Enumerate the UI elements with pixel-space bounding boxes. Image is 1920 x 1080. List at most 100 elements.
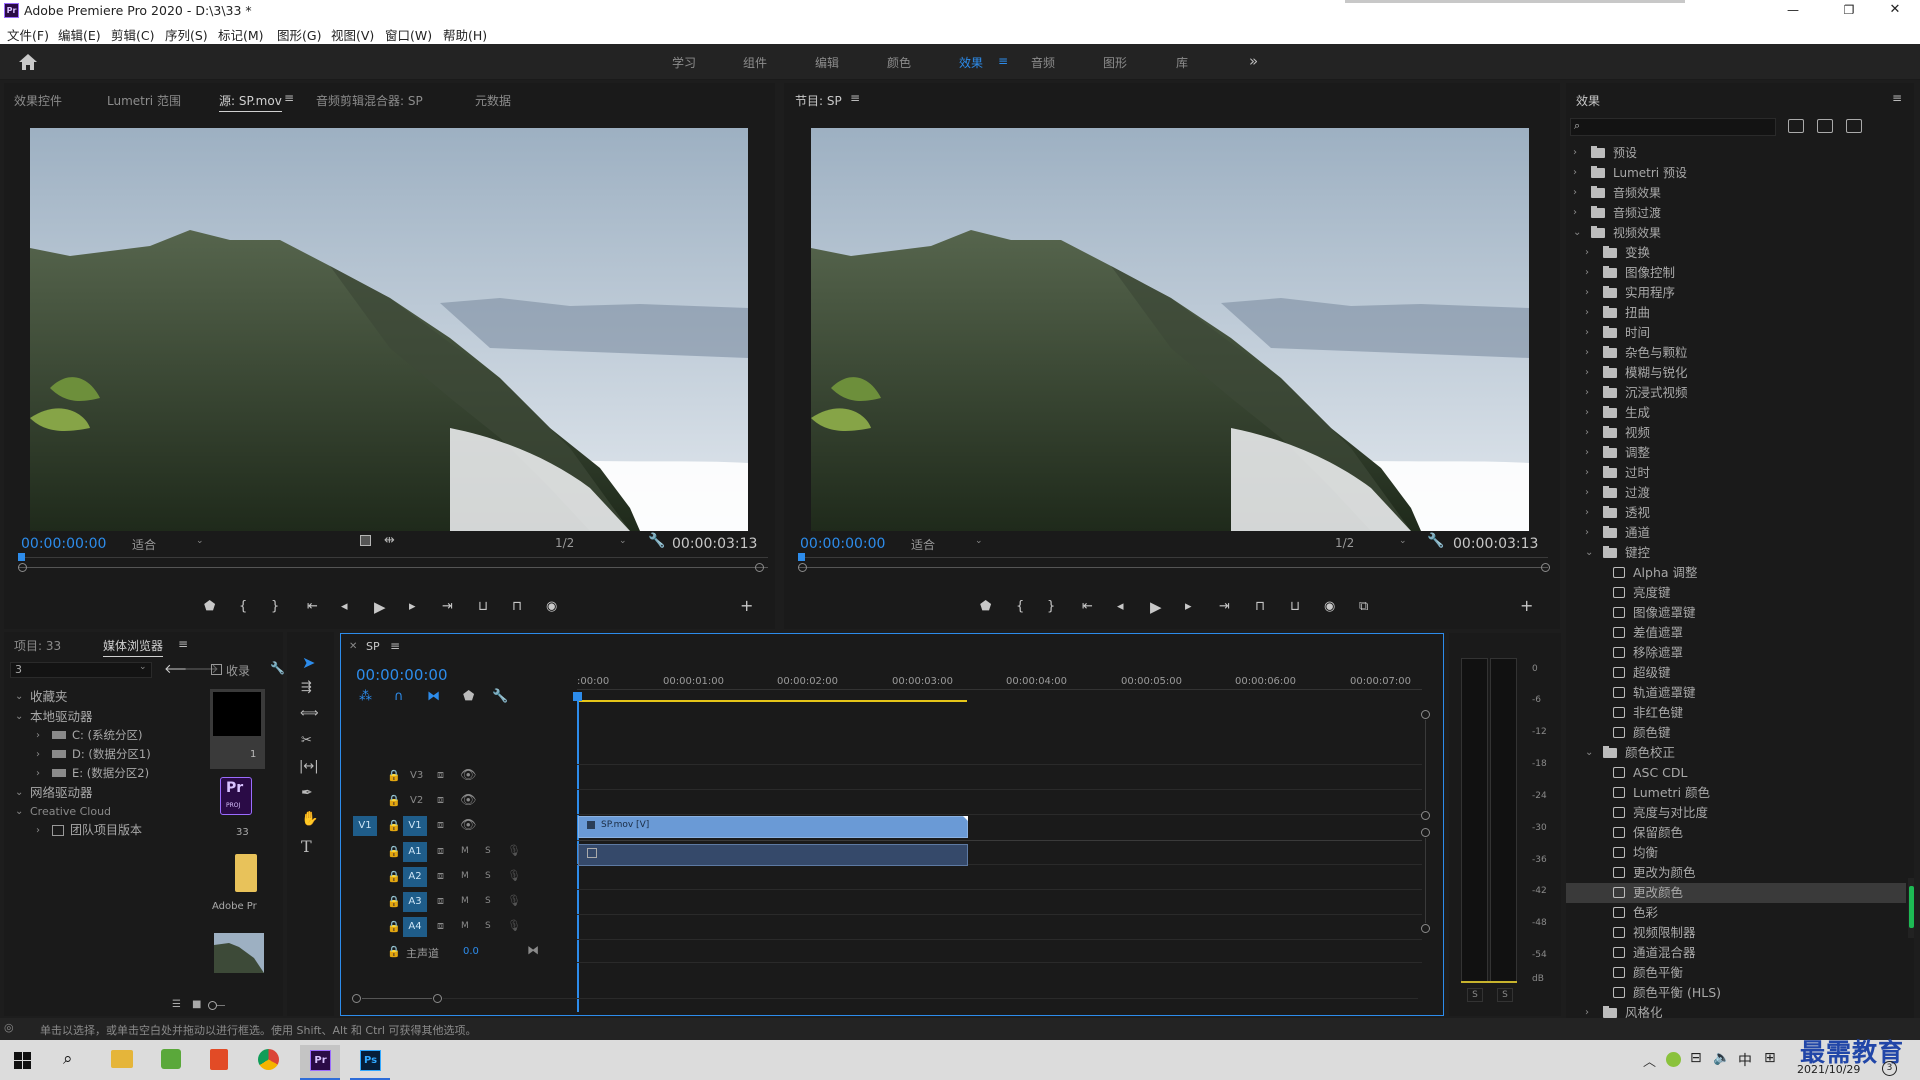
effect-item[interactable]: ASC CDL [1566, 763, 1906, 783]
folder-thumbnail[interactable]: Adobe Pr [210, 851, 265, 921]
program-zoom-handle-left[interactable] [798, 563, 807, 572]
audio-clip[interactable] [578, 844, 968, 866]
ime-indicator[interactable]: 中 [1738, 1050, 1752, 1070]
video-clip[interactable]: SP.mov [V] [578, 816, 968, 838]
ingest-checkbox[interactable] [211, 664, 222, 675]
menu-clip[interactable]: 剪辑(C) [111, 25, 154, 44]
workspace-audio[interactable]: 音频 [1031, 54, 1055, 71]
mute-button[interactable]: M [461, 921, 469, 931]
32bit-effects-icon[interactable] [1817, 119, 1833, 133]
step-forward-icon[interactable]: ▸ [409, 599, 416, 614]
chevron-right-icon[interactable]: › [1585, 483, 1589, 503]
workspace-graphics[interactable]: 图形 [1103, 54, 1127, 71]
eye-icon[interactable]: 👁 [460, 818, 477, 833]
program-resolution-dropdown[interactable]: 1/2 [1335, 536, 1354, 550]
effect-folder[interactable]: › 过时 [1566, 463, 1906, 483]
source-patch-v1[interactable]: V1 [353, 816, 377, 836]
more-workspaces-icon[interactable]: » [1249, 52, 1258, 70]
track-label[interactable]: V1 [403, 816, 427, 836]
effect-folder[interactable]: › 调整 [1566, 443, 1906, 463]
sequence-tab[interactable]: SP [366, 640, 380, 653]
timeline-panel-menu-icon[interactable]: ≡ [390, 639, 400, 653]
effect-folder[interactable]: › 时间 [1566, 323, 1906, 343]
effects-search-input[interactable]: ⌕ [1570, 118, 1776, 136]
effect-item[interactable]: 色彩 [1566, 903, 1906, 923]
chevron-down-icon[interactable]: ⌄ [1585, 543, 1593, 563]
source-safe-margins-icon[interactable] [360, 535, 371, 546]
tree-item[interactable]: ⌄ Creative Cloud [4, 802, 204, 821]
tab-media-browser[interactable]: 媒体浏览器 [103, 637, 164, 657]
workspace-learn[interactable]: 学习 [672, 54, 696, 71]
workspace-color[interactable]: 颜色 [887, 54, 911, 71]
effect-item[interactable]: 颜色平衡 (HLS) [1566, 983, 1906, 1003]
voiceover-mic-icon[interactable]: 🎙 [507, 844, 521, 857]
chevron-right-icon[interactable]: › [1573, 143, 1577, 163]
program-export-frame-icon[interactable]: ◉ [1324, 599, 1335, 614]
sync-lock-icon[interactable]: ⧈ [437, 768, 444, 782]
effect-folder[interactable]: › 音频效果 [1566, 183, 1906, 203]
chevron-right-icon[interactable]: › [1585, 363, 1589, 383]
chevron-right-icon[interactable]: › [1585, 443, 1589, 463]
chevron-right-icon[interactable]: › [1585, 243, 1589, 263]
thumbnail-item[interactable]: 1 [210, 689, 265, 769]
premiere-taskbar-icon[interactable]: Pr [300, 1045, 340, 1080]
chevron-right-icon[interactable]: › [1585, 343, 1589, 363]
track-label[interactable]: A3 [403, 892, 427, 912]
effect-item[interactable]: Alpha 调整 [1566, 563, 1906, 583]
source-playhead[interactable] [18, 553, 25, 561]
program-mark-in-icon[interactable]: { [1016, 599, 1024, 614]
insert-icon[interactable]: ⊔ [478, 599, 488, 614]
file-explorer-icon[interactable] [111, 1050, 133, 1068]
source-resolution-dropdown[interactable]: 1/2 [555, 536, 574, 550]
effect-folder[interactable]: › 透视 [1566, 503, 1906, 523]
chevron-down-icon[interactable]: ⌄ [1585, 743, 1593, 763]
solo-button[interactable]: S [485, 921, 491, 931]
lock-icon[interactable]: 🔒 [387, 845, 401, 858]
program-play-icon[interactable]: ▶ [1150, 598, 1162, 616]
chevron-right-icon[interactable]: › [1585, 263, 1589, 283]
timeline-zoom-handle-left[interactable] [352, 994, 361, 1003]
effect-folder[interactable]: › 实用程序 [1566, 283, 1906, 303]
effect-folder[interactable]: ⌄ 键控 [1566, 543, 1906, 563]
effect-item[interactable]: 超级键 [1566, 663, 1906, 683]
sync-lock-icon[interactable]: ⧈ [437, 894, 444, 908]
maximize-button[interactable]: ❐ [1826, 0, 1872, 22]
effect-item[interactable]: 颜色键 [1566, 723, 1906, 743]
source-zoom-handle-left[interactable] [18, 563, 27, 572]
menu-window[interactable]: 窗口(W) [385, 25, 432, 44]
program-go-to-out-icon[interactable]: ⇥ [1219, 599, 1230, 614]
master-volume-value[interactable]: 0.0 [463, 946, 479, 957]
tree-item[interactable]: ⌄ 本地驱动器 [4, 707, 204, 726]
snap-icon[interactable]: ∩ [394, 689, 404, 704]
effect-folder[interactable]: ⌄ 颜色校正 [1566, 743, 1906, 763]
solo-button[interactable]: S [485, 871, 491, 881]
lift-icon[interactable]: ⊓ [1255, 599, 1265, 614]
search-taskbar-icon[interactable]: ⌕ [63, 1049, 73, 1069]
go-to-in-icon[interactable]: ⇤ [307, 599, 318, 614]
tab-metadata[interactable]: 元数据 [475, 92, 511, 109]
timeline-ruler[interactable]: :00:00 00:00:01:00 00:00:02:00 00:00:03:… [577, 674, 1422, 704]
effect-folder[interactable]: › 杂色与颗粒 [1566, 343, 1906, 363]
source-button-editor-icon[interactable]: + [740, 596, 753, 615]
program-playhead[interactable] [798, 553, 805, 561]
export-frame-icon[interactable]: ◉ [546, 599, 557, 614]
tab-lumetri-scopes[interactable]: Lumetri 范围 [107, 92, 181, 109]
effect-item[interactable]: 更改颜色 [1566, 883, 1906, 903]
ingest-settings-wrench-icon[interactable]: 🔧 [270, 661, 285, 675]
chevron-right-icon[interactable]: › [1585, 283, 1589, 303]
effect-folder[interactable]: › 扭曲 [1566, 303, 1906, 323]
sync-lock-icon[interactable]: ⧈ [437, 919, 444, 933]
voiceover-mic-icon[interactable]: 🎙 [507, 869, 521, 882]
effect-item[interactable]: 更改为颜色 [1566, 863, 1906, 883]
network-icon[interactable]: ⊟ [1690, 1050, 1702, 1066]
mute-button[interactable]: M [461, 871, 469, 881]
notification-icon[interactable]: 3 [1882, 1061, 1897, 1076]
windows-start-icon[interactable] [14, 1052, 31, 1069]
chevron-right-icon[interactable]: › [1585, 523, 1589, 543]
effect-item[interactable]: 非红色键 [1566, 703, 1906, 723]
effect-folder[interactable]: › 图像控制 [1566, 263, 1906, 283]
track-label[interactable]: A1 [403, 842, 427, 862]
solo-button[interactable]: S [485, 846, 491, 856]
program-time-ruler[interactable] [798, 553, 1550, 573]
effect-item[interactable]: 亮度与对比度 [1566, 803, 1906, 823]
